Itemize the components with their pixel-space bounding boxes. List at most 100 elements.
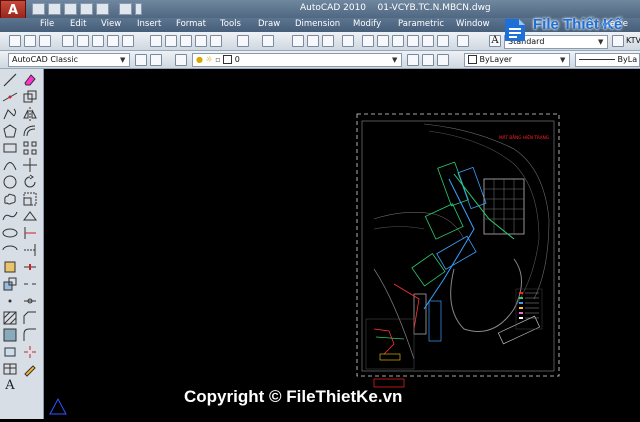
plot-toolbar-icon[interactable]	[62, 35, 74, 47]
break-at-point-icon[interactable]	[22, 259, 38, 275]
3d-dwf-icon[interactable]	[107, 35, 119, 47]
save-icon[interactable]	[64, 3, 77, 15]
spline-icon[interactable]	[2, 208, 18, 224]
layer-color-swatch	[223, 55, 233, 64]
ellipse-icon[interactable]	[2, 225, 18, 241]
modify-toolbar	[21, 71, 39, 378]
sheet-set-icon[interactable]	[122, 35, 134, 47]
workspace-dropdown[interactable]: AutoCAD Classic ▼	[8, 53, 130, 67]
zoom-previous-icon[interactable]	[342, 35, 354, 47]
erase-icon[interactable]	[22, 72, 38, 88]
arc-icon[interactable]	[2, 157, 18, 173]
cut-icon[interactable]	[150, 35, 162, 47]
color-value: ByLayer	[479, 55, 513, 64]
menu-edit[interactable]: Edit	[70, 19, 86, 29]
revision-cloud-icon[interactable]	[2, 191, 18, 207]
help-icon[interactable]	[457, 35, 469, 47]
undo-icon[interactable]	[80, 3, 93, 15]
plot-icon[interactable]	[119, 3, 132, 15]
color-dropdown[interactable]: ByLayer ▼	[464, 53, 570, 67]
pan-icon[interactable]	[292, 35, 304, 47]
paste-icon[interactable]	[180, 35, 192, 47]
color-swatch	[468, 55, 477, 64]
make-current-icon[interactable]	[407, 54, 419, 66]
new-icon[interactable]	[32, 3, 45, 15]
menu-insert[interactable]: Insert	[137, 19, 161, 29]
left-tool-panel: A	[0, 69, 44, 419]
plot-preview-icon[interactable]	[77, 35, 89, 47]
explode-icon[interactable]	[22, 344, 38, 360]
zoom-window-icon[interactable]	[322, 35, 334, 47]
layer-dropdown[interactable]: ● ☼ ▫ 0 ▼	[192, 53, 402, 67]
linetype-dropdown[interactable]: ByLa	[575, 53, 640, 67]
redo-icon[interactable]	[96, 3, 109, 15]
save-file-icon[interactable]	[39, 35, 51, 47]
ellipse-arc-icon[interactable]	[2, 242, 18, 258]
move-icon[interactable]	[22, 157, 38, 173]
copy-object-icon[interactable]	[22, 89, 38, 105]
zoom-realtime-icon[interactable]	[307, 35, 319, 47]
point-icon[interactable]	[2, 293, 18, 309]
publish-icon[interactable]	[92, 35, 104, 47]
properties-icon[interactable]	[362, 35, 374, 47]
open-file-icon[interactable]	[24, 35, 36, 47]
multiline-text-icon[interactable]: A	[2, 378, 18, 394]
fillet-icon[interactable]	[22, 327, 38, 343]
sun-icon: ☼	[205, 55, 213, 64]
menu-dimension[interactable]: Dimension	[295, 19, 340, 29]
menu-view[interactable]: View	[101, 19, 121, 29]
rotate-icon[interactable]	[22, 174, 38, 190]
menu-modify[interactable]: Modify	[353, 19, 381, 29]
menu-tools[interactable]: Tools	[220, 19, 241, 29]
open-icon[interactable]	[48, 3, 61, 15]
polygon-icon[interactable]	[2, 123, 18, 139]
edit-icon[interactable]	[22, 361, 38, 377]
insert-block-icon[interactable]	[2, 259, 18, 275]
stretch-icon[interactable]	[22, 208, 38, 224]
layer-previous-icon[interactable]	[422, 54, 434, 66]
extend-icon[interactable]	[22, 242, 38, 258]
design-center-icon[interactable]	[377, 35, 389, 47]
layer-states-icon[interactable]	[437, 54, 449, 66]
circle-icon[interactable]	[2, 174, 18, 190]
trim-icon[interactable]	[22, 225, 38, 241]
mirror-icon[interactable]	[22, 106, 38, 122]
layer-properties-icon[interactable]	[175, 54, 187, 66]
line-tool-icon[interactable]	[2, 72, 18, 88]
region-icon[interactable]	[2, 344, 18, 360]
scale-icon[interactable]	[22, 191, 38, 207]
offset-icon[interactable]	[22, 123, 38, 139]
text-style-icon[interactable]: A	[489, 35, 501, 47]
make-block-icon[interactable]	[2, 276, 18, 292]
array-icon[interactable]	[22, 140, 38, 156]
menu-format[interactable]: Format	[176, 19, 206, 29]
undo-toolbar-icon[interactable]	[237, 35, 249, 47]
my-workspace-icon[interactable]	[150, 54, 162, 66]
markup-icon[interactable]	[422, 35, 434, 47]
tool-palettes-icon[interactable]	[392, 35, 404, 47]
table-icon[interactable]	[2, 361, 18, 377]
gradient-icon[interactable]	[2, 327, 18, 343]
drawing-canvas[interactable]: MẶT BẰNG HIỆN TRẠNG	[44, 69, 640, 419]
block-editor-icon[interactable]	[210, 35, 222, 47]
menu-parametric[interactable]: Parametric	[398, 19, 444, 29]
sheet-set-manager-icon[interactable]	[407, 35, 419, 47]
redo-toolbar-icon[interactable]	[262, 35, 274, 47]
break-icon[interactable]	[22, 276, 38, 292]
quickcalc-icon[interactable]	[437, 35, 449, 47]
lightbulb-icon: ●	[196, 55, 203, 64]
qnew-icon[interactable]	[9, 35, 21, 47]
chamfer-icon[interactable]	[22, 310, 38, 326]
copy-icon[interactable]	[165, 35, 177, 47]
workspace-settings-icon[interactable]	[135, 54, 147, 66]
menu-window[interactable]: Window	[456, 19, 490, 29]
qa-dropdown-icon[interactable]	[135, 3, 142, 15]
polyline-icon[interactable]	[2, 106, 18, 122]
menu-draw[interactable]: Draw	[258, 19, 280, 29]
join-icon[interactable]	[22, 293, 38, 309]
rectangle-icon[interactable]	[2, 140, 18, 156]
menu-file[interactable]: File	[40, 19, 54, 29]
match-properties-icon[interactable]	[195, 35, 207, 47]
construction-line-icon[interactable]	[2, 89, 18, 105]
hatch-icon[interactable]	[2, 310, 18, 326]
